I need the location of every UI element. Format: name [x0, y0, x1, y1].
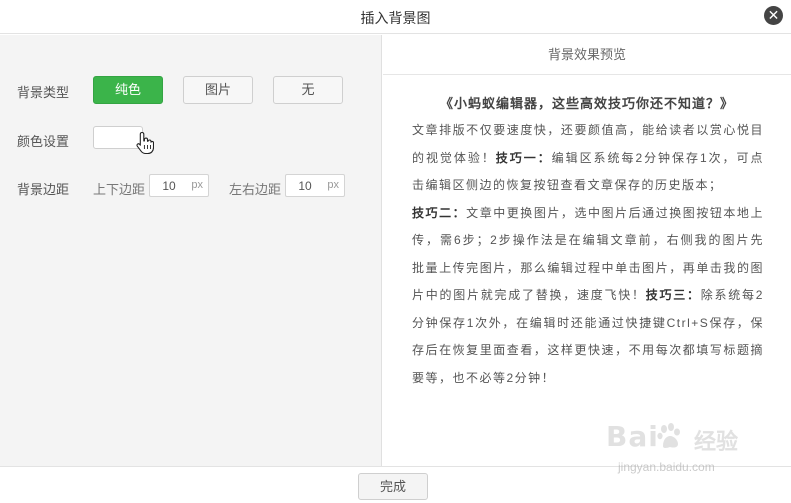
- background-type-label: 背景类型: [17, 85, 70, 100]
- article-title: 《小蚂蚁编辑器，这些高效技巧你还不知道？》: [439, 96, 734, 111]
- background-margin-label: 背景边距: [17, 182, 70, 197]
- watermark-brand: Bai: [606, 420, 659, 453]
- tip3-label: 技巧三：: [645, 288, 701, 302]
- vertical-margin-unit: px: [191, 179, 203, 191]
- watermark-brand-suffix: 经验: [694, 429, 739, 454]
- tip2-label: 技巧二：: [412, 205, 467, 220]
- paw-logo-icon: [657, 423, 680, 448]
- article-body: 文章排版不仅要速度快，还要颜值高，能给读者以赏心悦目的视觉体验！技巧一：编辑区系…: [412, 117, 764, 392]
- vertical-margin-value: 10: [162, 179, 176, 193]
- close-icon[interactable]: ✕: [764, 6, 783, 25]
- tip1-label: 技巧一：: [495, 150, 552, 165]
- baidu-jingyan-watermark: Bai 经验 jingyan.baidu.com: [606, 418, 756, 478]
- horizontal-margin-value: 10: [298, 179, 312, 193]
- watermark-url: jingyan.baidu.com: [618, 460, 715, 474]
- color-setting-label: 颜色设置: [17, 134, 70, 149]
- preview-panel: 背景效果预览 《小蚂蚁编辑器，这些高效技巧你还不知道？》 文章排版不仅要速度快，…: [383, 35, 791, 466]
- horizontal-margin-label: 左右边距: [229, 182, 282, 197]
- insert-background-dialog: 插入背景图 ✕ 背景类型 纯色 图片 无 颜色设置 背景边距 上下边距 10 p…: [0, 0, 791, 503]
- hand-cursor-icon: [136, 131, 154, 155]
- dialog-title: 插入背景图: [360, 10, 431, 26]
- horizontal-margin-unit: px: [327, 179, 339, 191]
- vertical-margin-label: 上下边距: [93, 182, 146, 197]
- vertical-margin-input[interactable]: 10 px: [149, 174, 209, 197]
- tip3-text: 除系统每2分钟保存1次外，在编辑时还能通过快捷键Ctrl+S保存，保存后在恢复里…: [412, 288, 764, 385]
- done-button[interactable]: 完成: [358, 473, 428, 500]
- horizontal-margin-input[interactable]: 10 px: [285, 174, 345, 197]
- preview-heading: 背景效果预览: [383, 35, 791, 75]
- type-none-button[interactable]: 无: [273, 76, 343, 104]
- type-solid-button[interactable]: 纯色: [93, 76, 163, 104]
- dialog-header: 插入背景图 ✕: [0, 0, 791, 34]
- settings-panel: 背景类型 纯色 图片 无 颜色设置 背景边距 上下边距 10 px 左右边距 1…: [0, 35, 382, 466]
- type-image-button[interactable]: 图片: [183, 76, 253, 104]
